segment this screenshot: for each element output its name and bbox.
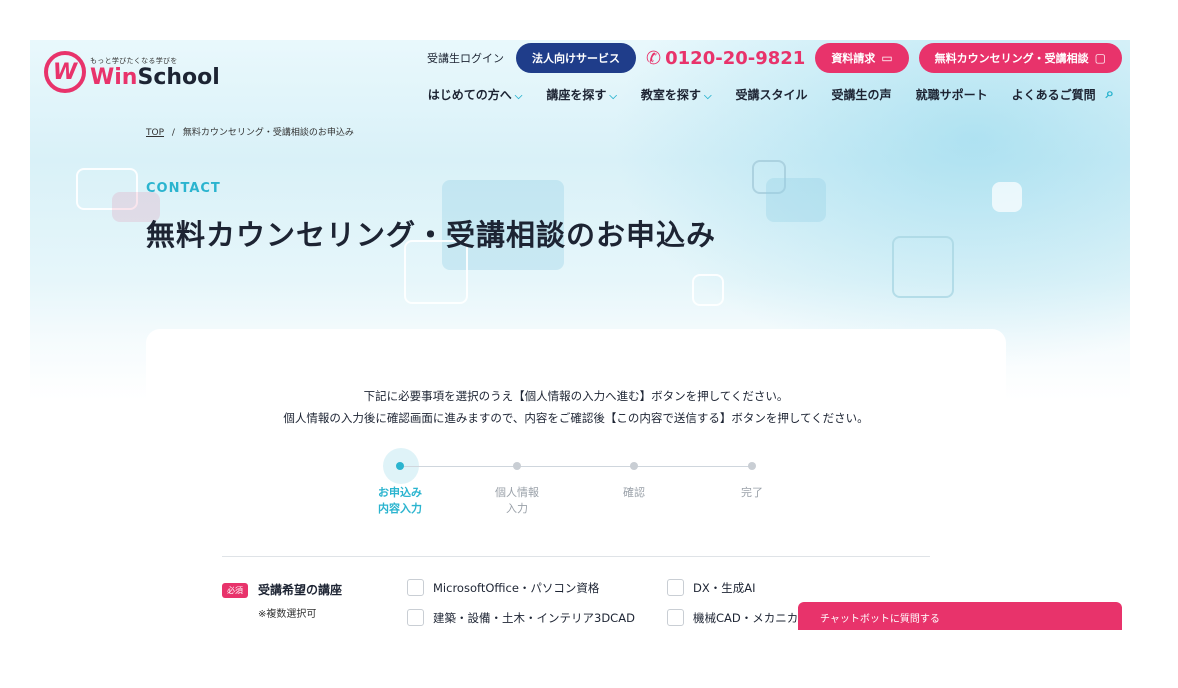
form-divider: [222, 556, 930, 557]
free-counseling-button[interactable]: 無料カウンセリング・受講相談 ▢: [918, 43, 1122, 73]
decor-square: [766, 178, 826, 222]
nav-item-find-course[interactable]: 講座を探す ⌵: [546, 86, 617, 103]
site-logo[interactable]: W もっと学びたくなる学びを WinSchool: [44, 51, 220, 93]
checkbox[interactable]: [667, 609, 684, 626]
nav-item-beginners[interactable]: はじめての方へ ⌵: [428, 86, 523, 103]
breadcrumb-home-link[interactable]: TOP: [146, 128, 164, 138]
form-instructions-line1: 下記に必要事項を選択のうえ【個人情報の入力へ進む】ボタンを押してください。: [363, 389, 789, 403]
course-option-mechanical-cad[interactable]: 機械CAD・メカニカ: [667, 609, 798, 626]
step-label-entry: お申込み 内容入力: [378, 486, 422, 515]
checkbox[interactable]: [407, 609, 424, 626]
page-eyebrow: CONTACT: [146, 181, 221, 196]
phone-icon: ✆: [646, 47, 662, 69]
brochure-request-button[interactable]: 資料請求 ▭: [815, 43, 909, 73]
step-label-complete: 完了: [741, 486, 763, 499]
course-field-label: 受講希望の講座: [258, 583, 343, 597]
step-dot-2: [513, 462, 521, 470]
checkbox[interactable]: [667, 579, 684, 596]
breadcrumb-current: 無料カウンセリング・受講相談のお申込み: [182, 128, 354, 138]
step-dot-1: [396, 462, 404, 470]
step-label-personal-info: 個人情報 入力: [495, 486, 539, 515]
decor-square: [892, 236, 954, 298]
book-icon: ▭: [881, 51, 893, 65]
breadcrumb: TOP / 無料カウンセリング・受講相談のお申込み: [146, 125, 354, 138]
course-option-office[interactable]: MicrosoftOffice・パソコン資格: [407, 579, 599, 596]
course-option-dx-ai[interactable]: DX・生成AI: [667, 579, 756, 596]
step-label-confirm: 確認: [623, 486, 645, 499]
decor-square: [692, 274, 724, 306]
calendar-icon: ▢: [1094, 51, 1106, 65]
page-title: 無料カウンセリング・受講相談のお申込み: [146, 218, 717, 252]
nav-item-faq[interactable]: よくあるご質問: [1012, 86, 1096, 103]
chevron-down-icon: ⌵: [514, 91, 523, 102]
utility-bar: 受講生ログイン 法人向けサービス ✆ 0120-20-9821 資料請求 ▭ 無料…: [427, 42, 1122, 74]
phone-number[interactable]: ✆ 0120-20-9821: [646, 48, 805, 69]
nav-item-find-classroom[interactable]: 教室を探す ⌵: [641, 86, 712, 103]
stepper-track: [400, 466, 752, 467]
decor-square: [992, 182, 1022, 212]
breadcrumb-separator: /: [171, 128, 175, 138]
required-badge: 必須: [222, 583, 248, 598]
corporate-services-button[interactable]: 法人向けサービス: [516, 43, 637, 73]
nav-item-career-support[interactable]: 就職サポート: [916, 86, 988, 103]
nav-item-study-style[interactable]: 受講スタイル: [736, 86, 808, 103]
chevron-down-icon: ⌵: [609, 91, 617, 102]
chevron-down-icon: ⌵: [703, 91, 712, 102]
course-field-note: ※複数選択可: [258, 609, 317, 620]
step-dot-4: [748, 462, 756, 470]
page: W もっと学びたくなる学びを WinSchool 受講生ログイン 法人向けサービ…: [30, 40, 1130, 630]
form-card: 下記に必要事項を選択のうえ【個人情報の入力へ進む】ボタンを押してください。 個人…: [146, 329, 1006, 630]
chatbot-button[interactable]: チャットボットに質問する: [798, 602, 1122, 630]
logo-w-icon: W: [44, 51, 86, 93]
nav-item-testimonials[interactable]: 受講生の声: [832, 86, 892, 103]
search-icon[interactable]: ⌕: [1106, 84, 1114, 103]
form-instructions-line2: 個人情報の入力後に確認画面に進みますので、内容をご確認後【この内容で送信する】ボ…: [283, 411, 869, 425]
checkbox[interactable]: [407, 579, 424, 596]
course-option-cad-architecture[interactable]: 建築・設備・土木・インテリア3DCAD: [407, 609, 635, 626]
logo-wordmark: WinSchool: [90, 64, 220, 90]
main-nav: はじめての方へ ⌵ 講座を探す ⌵ 教室を探す ⌵ 受講スタイル 受講生の声 就職サポ…: [428, 84, 1114, 103]
student-login-link[interactable]: 受講生ログイン: [427, 50, 504, 66]
step-dot-3: [630, 462, 638, 470]
